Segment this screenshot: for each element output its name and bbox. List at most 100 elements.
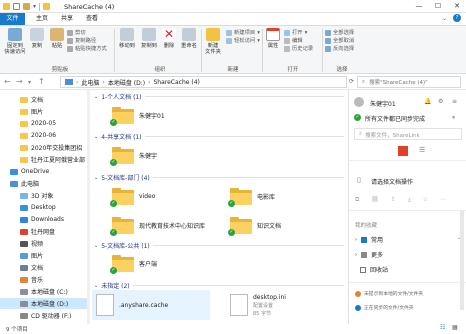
paste-shortcut-button[interactable]: 粘贴快捷方式 [67, 45, 107, 53]
star-icon[interactable]: ☆ [423, 196, 428, 204]
maximize-button[interactable]: ☐ [429, 0, 447, 13]
sidebar-item[interactable]: 2020-05 [0, 118, 88, 129]
search-input[interactable]: ⌕ 搜索"ShareCache (4)" [357, 76, 461, 88]
sidebar-item[interactable]: CD 驱动器 (F:) [0, 310, 88, 321]
large-icons-view-icon[interactable]: ▦ [452, 324, 458, 331]
move-to-button[interactable]: 移动到 [117, 28, 137, 49]
sidebar-item[interactable]: 牡丹网盘 [0, 226, 88, 237]
crumb-sharecache[interactable]: ShareCache (4) [153, 79, 199, 86]
details-view-icon[interactable]: ☷ [440, 324, 445, 331]
minimize-button[interactable]: — [410, 0, 428, 13]
back-arrow-icon[interactable]: ← [4, 77, 11, 86]
copy-to-button[interactable]: 复制到 [139, 28, 159, 49]
computer-icon [65, 79, 73, 85]
close-button[interactable]: ✕ [448, 0, 466, 13]
link-icon[interactable]: ⛓ [371, 196, 379, 204]
sidebar-item[interactable]: Downloads [0, 214, 88, 225]
folder-item[interactable]: ✓ 电影库 [228, 183, 275, 209]
easy-access-button[interactable]: 轻松访问 ▾ [226, 37, 260, 45]
delete-button[interactable]: ✕ 删除 [161, 28, 177, 49]
sidebar-item[interactable]: 图片 [0, 106, 88, 117]
qat-dropdown-icon[interactable]: ▾ [33, 3, 36, 10]
new-folder-icon[interactable] [23, 3, 30, 10]
sidebar-item[interactable]: 牡丹江夏阿俄营业部 [0, 154, 88, 165]
tab-view[interactable]: 查看 [80, 13, 104, 25]
copy-path-button[interactable]: 复制路径 [67, 37, 107, 45]
sidebar-item[interactable]: 本地磁盘 (D:) [0, 298, 88, 309]
invert-selection-button[interactable]: 反向选择 [325, 45, 354, 53]
sync-check-icon: ✓ [354, 114, 361, 121]
folder-item[interactable]: ✓ 朱健宇01 [110, 102, 165, 128]
sidebar-item[interactable]: 音乐 [0, 274, 88, 285]
sidebar-item[interactable]: 文档 [0, 94, 88, 105]
group-header[interactable]: ⌄ 5-文档库-部门 (4) [94, 173, 344, 182]
cut-button[interactable]: 剪切 [67, 29, 107, 37]
list-icon[interactable]: ☰ [419, 146, 425, 154]
sidebar-item[interactable]: OneDrive [0, 166, 88, 177]
notification-icon[interactable]: 🔔 [424, 98, 431, 105]
copy-button[interactable]: 复制 [28, 28, 46, 49]
group-header[interactable]: ⌄ 4-共享文档 (1) [94, 132, 344, 141]
sidebar-item[interactable]: 2020年交投集团招 [0, 142, 88, 153]
history-button[interactable]: 历史记录 [284, 45, 313, 53]
sidebar-item[interactable]: 本地磁盘 (C:) [0, 286, 88, 297]
recycle-item[interactable]: 回收站 [355, 265, 388, 274]
tab-home[interactable]: 主页 [30, 13, 54, 25]
copy-icon[interactable]: ⧉ [355, 196, 359, 204]
refresh-icon[interactable]: ⟳ [349, 78, 354, 85]
file-item[interactable]: .anyshare.cache [92, 290, 210, 320]
paste-button[interactable]: 粘贴 [48, 28, 66, 49]
section-label: 我的收藏 [355, 223, 378, 229]
edit-button[interactable]: 编辑 [284, 37, 313, 45]
crumb-disk-d[interactable]: 本地磁盘 (D:) [108, 78, 145, 87]
forward-arrow-icon[interactable]: → [16, 77, 23, 86]
share-icon[interactable]: ⇪ [391, 196, 396, 204]
select-all-button[interactable]: 全部选择 [325, 29, 354, 37]
group-header[interactable]: ⌄ 1-个人文档 (1) [94, 92, 344, 101]
group-header[interactable]: ⌄ 5-文档库-公共 (1) [94, 241, 344, 250]
sidebar-item[interactable]: 2020-06 [0, 130, 88, 141]
sidebar-item[interactable]: Desktop [0, 202, 88, 213]
recent-dropdown-icon[interactable]: ▾ [28, 79, 31, 86]
folder-item[interactable]: ✓ 现代教育技术中心知识库 [110, 212, 205, 238]
checkbox-icon[interactable] [13, 3, 20, 10]
folder-item[interactable]: ✓ 知识文档 [228, 212, 281, 238]
rename-button[interactable]: 重命名 [179, 28, 199, 49]
up-arrow-icon[interactable]: ↑ [38, 77, 45, 86]
select-none-button[interactable]: 全部取消 [325, 37, 354, 45]
new-small-buttons: 新建项目 ▾ 轻松访问 ▾ [226, 29, 260, 45]
sidebar-item[interactable]: 3D 对象 [0, 190, 88, 201]
address-bar[interactable]: › 此电脑 › 本地磁盘 (D:) › ShareCache (4) [60, 76, 347, 88]
more-icon[interactable]: ⋯ [440, 196, 446, 204]
pin-quick-access-button[interactable]: 固定到 快速访问 [3, 28, 27, 55]
properties-button[interactable]: 属性 [265, 28, 281, 49]
grid-app-icon[interactable] [398, 146, 408, 156]
sidebar-item[interactable]: 视频 [0, 238, 88, 249]
sidebar-item[interactable]: 此电脑 [0, 178, 88, 189]
download-icon[interactable]: ⤓ [408, 196, 411, 204]
pictures-icon [20, 252, 28, 259]
sidebar-item[interactable]: 图片 [0, 250, 88, 261]
menu-icon[interactable]: ≡ [452, 98, 457, 105]
crumb-this-pc[interactable]: 此电脑 [81, 78, 99, 87]
tab-file[interactable]: 文件 [0, 13, 25, 25]
more-item[interactable]: › 更多 [355, 250, 383, 259]
gear-icon[interactable]: ⚙ [438, 98, 443, 105]
folder-item[interactable]: ✓ 客户端 [110, 250, 157, 276]
new-item-button[interactable]: 新建项目 ▾ [226, 29, 260, 37]
group-header[interactable]: ⌄ 未指定 (2) [94, 281, 344, 290]
new-folder-button[interactable]: 新建 文件夹 [203, 28, 223, 55]
tab-share[interactable]: 共享 [55, 13, 79, 25]
help-icon[interactable]: ? [453, 14, 461, 22]
open-button[interactable]: 打开 ▾ [284, 29, 313, 37]
sidebar-item[interactable]: 文档 [0, 262, 88, 273]
file-item[interactable]: desktop.ini 配置设置 85 字节 [230, 292, 286, 318]
ribbon-collapse-icon[interactable]: ⌄ [442, 15, 447, 22]
folder-item[interactable]: ✓ 朱健宇 [110, 142, 157, 168]
panel-search-input[interactable]: ⌕ 搜索文件，ShareLink [354, 128, 462, 140]
pause-icon[interactable]: ⏸ [452, 114, 455, 122]
panel-scrollbar[interactable] [460, 210, 464, 310]
folder-item[interactable]: ✓ video [110, 183, 155, 209]
properties-icon [266, 28, 280, 41]
common-item[interactable]: › 常用 [355, 235, 383, 244]
